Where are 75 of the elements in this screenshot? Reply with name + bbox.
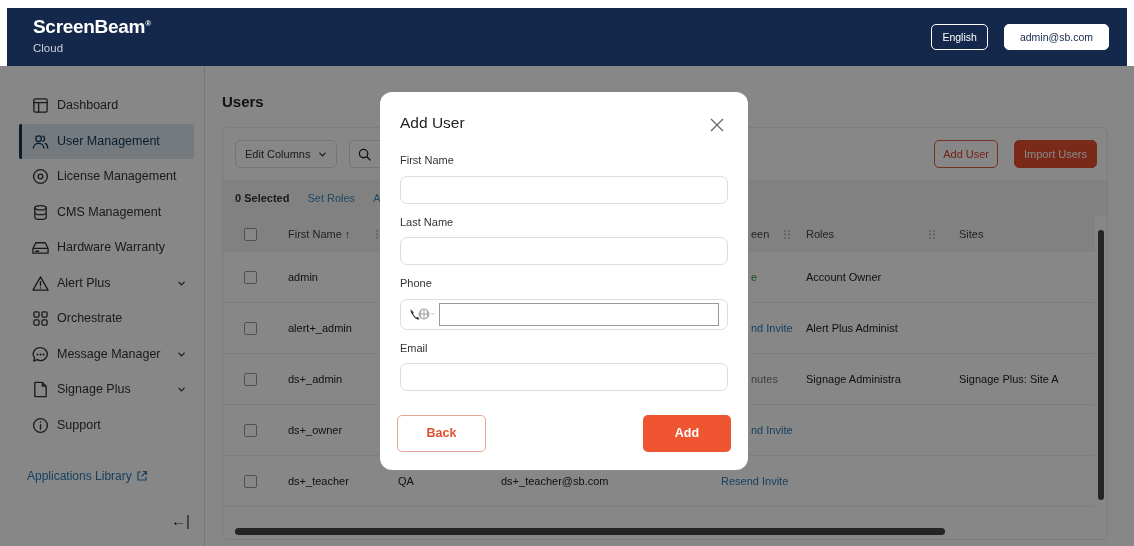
table-cell: Signage Plus: Site A [959,372,1059,385]
checkbox[interactable] [244,372,257,386]
sidebar-item[interactable]: Dashboard [19,88,194,124]
drive-icon [32,239,49,257]
table-cell: ds+_teacher@sb.com [501,474,609,487]
drag-handle-icon [929,229,935,239]
table-cell: admin [288,270,318,283]
database-icon [32,203,49,221]
sidebar-item[interactable]: License Management [19,159,194,195]
dialog-title: Add User [400,113,465,133]
table-cell: e [751,270,758,283]
resend-invite-link[interactable]: Resend Invite [721,474,789,487]
table-cell: Account Owner [806,270,882,283]
collapse-sidebar-button[interactable]: ←| [171,513,190,528]
checkbox[interactable] [244,321,257,335]
resend-invite-link[interactable]: nd Invite [751,423,793,436]
dashboard-icon [32,97,49,115]
search-icon [358,147,372,161]
users-icon [32,132,49,150]
language-button[interactable]: English [931,23,988,51]
account-button[interactable]: admin@sb.com [1003,23,1109,51]
grid-icon [32,310,49,328]
input-field[interactable] [400,175,728,204]
sidebar-item[interactable]: Hardware Warranty [19,230,194,266]
sidebar-item[interactable]: Orchestrate [19,301,194,337]
logo: ScreenBeam$^{®}$ [33,16,151,36]
add-button[interactable]: Add [643,415,731,452]
file-icon [32,381,49,399]
bulk-action-link[interactable]: Set Roles [307,189,356,207]
column-header[interactable]: First Name ↑ [288,225,351,243]
table-cell: alert+_admin [288,321,352,334]
drag-handle-icon [784,229,790,239]
resend-invite-link[interactable]: nd Invite [751,321,793,334]
applications-library-link[interactable]: Applications Library [27,467,132,485]
logo-subtitle: Cloud [33,40,65,56]
checkbox[interactable] [244,423,257,437]
info-icon [32,416,49,434]
sidebar-item[interactable]: Alert Plus [19,265,194,301]
field-label: Last Name [400,214,455,230]
column-header[interactable]: een [751,225,770,243]
phone-country-icon [409,307,435,321]
table-cell: Signage Administra [806,372,901,385]
input-field[interactable] [400,363,728,391]
checkbox[interactable] [244,474,257,488]
add-user-button[interactable]: Add User [934,139,999,169]
checkbox[interactable] [244,270,257,284]
sidebar-item[interactable]: User Management [19,123,194,159]
field-label: Phone [400,276,433,291]
field-label: Email [400,340,429,356]
sidebar-item[interactable]: Support [19,407,194,443]
column-header[interactable]: Roles [806,225,835,243]
sidebar-item[interactable]: Message Manager [19,336,194,372]
table-cell: ds+_teacher [288,474,349,487]
import-users-button[interactable]: Import Users [1014,139,1097,169]
checkbox[interactable] [244,227,257,241]
input-field[interactable] [400,237,728,265]
page-title: Users [222,93,265,112]
field-label: First Name [400,153,455,168]
warning-icon [32,274,49,292]
back-button[interactable]: Back [397,415,486,452]
sidebar-item[interactable]: CMS Management [19,194,194,230]
sidebar-item[interactable]: Signage Plus [19,372,194,408]
chat-icon [32,345,49,363]
external-link-icon [135,470,148,482]
selected-count: 0 Selected [235,190,290,206]
column-header[interactable]: Sites [959,225,984,243]
table-cell: ds+_owner [288,423,343,436]
phone-field[interactable] [400,298,728,330]
table-cell: ds+_admin [288,372,343,385]
table-cell: Alert Plus Administ [806,321,898,334]
table-cell: nutes [751,372,778,385]
edit-columns-dropdown[interactable]: Edit Columns [235,139,338,169]
bulk-action-link[interactable]: A [373,189,381,207]
table-cell: QA [398,474,414,487]
disc-icon [32,168,49,186]
